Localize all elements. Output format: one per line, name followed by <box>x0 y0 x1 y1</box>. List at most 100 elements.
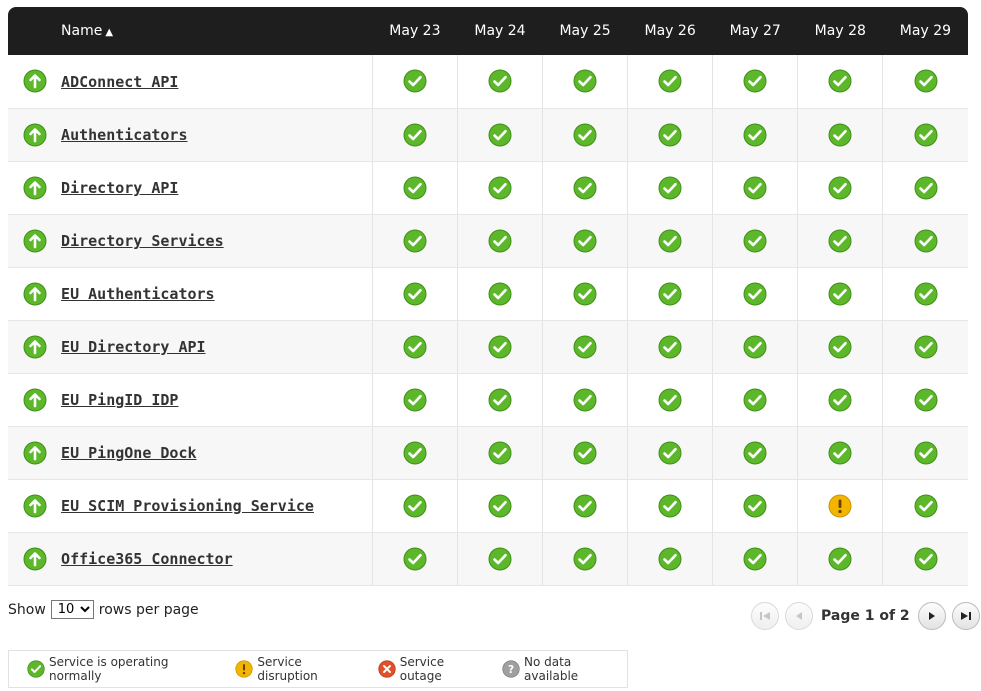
day-status-cell[interactable] <box>371 161 458 215</box>
check-circle-icon <box>27 660 45 678</box>
day-status-cell[interactable] <box>627 426 713 480</box>
day-status-cell[interactable] <box>371 479 458 533</box>
day-status-cell[interactable] <box>456 320 543 374</box>
day-status-cell[interactable] <box>542 214 628 268</box>
day-status-cell[interactable] <box>371 532 458 586</box>
row-status-cell <box>8 532 62 586</box>
day-status-cell[interactable] <box>797 373 883 427</box>
day-status-cell[interactable] <box>627 267 713 321</box>
day-status-cell[interactable] <box>882 479 968 533</box>
day-status-cell[interactable] <box>542 55 628 109</box>
day-status-cell[interactable] <box>712 373 798 427</box>
day-status-cell[interactable] <box>371 55 458 109</box>
first-page-button[interactable] <box>751 602 779 630</box>
day-status-cell[interactable] <box>627 479 713 533</box>
day-status-cell[interactable] <box>371 373 458 427</box>
day-status-cell[interactable] <box>371 267 458 321</box>
day-status-cell[interactable] <box>712 161 798 215</box>
day-status-cell[interactable] <box>797 108 883 162</box>
day-status-cell[interactable] <box>882 55 968 109</box>
day-status-cell[interactable] <box>882 426 968 480</box>
day-status-cell[interactable] <box>456 267 543 321</box>
day-status-cell[interactable] <box>542 426 628 480</box>
day-status-cell[interactable] <box>712 55 798 109</box>
day-status-cell[interactable] <box>712 532 798 586</box>
service-link[interactable]: EU Directory API <box>61 338 206 356</box>
day-status-cell[interactable] <box>456 161 543 215</box>
check-circle-icon <box>488 282 512 306</box>
day-status-cell[interactable] <box>797 55 883 109</box>
day-status-cell[interactable] <box>542 373 628 427</box>
day-status-cell[interactable] <box>456 373 543 427</box>
service-link[interactable]: EU SCIM Provisioning Service <box>61 497 314 515</box>
day-status-cell[interactable] <box>542 267 628 321</box>
name-column-header[interactable]: Name ▲ <box>61 7 373 55</box>
day-column-header: May 25 <box>542 7 628 55</box>
day-status-cell[interactable] <box>456 55 543 109</box>
table-row: Directory API <box>8 161 968 215</box>
day-status-cell[interactable] <box>882 214 968 268</box>
day-status-cell[interactable] <box>371 320 458 374</box>
day-status-cell[interactable] <box>542 479 628 533</box>
day-status-cell[interactable] <box>542 320 628 374</box>
day-status-cell[interactable] <box>797 532 883 586</box>
day-status-cell[interactable] <box>542 161 628 215</box>
day-status-cell[interactable] <box>797 320 883 374</box>
svg-text:?: ? <box>508 664 514 676</box>
day-status-cell[interactable] <box>797 426 883 480</box>
service-link[interactable]: EU PingID IDP <box>61 391 178 409</box>
day-status-cell[interactable] <box>456 108 543 162</box>
check-circle-icon <box>403 69 427 93</box>
service-link[interactable]: EU Authenticators <box>61 285 215 303</box>
day-status-cell[interactable] <box>627 161 713 215</box>
day-status-cell[interactable] <box>712 426 798 480</box>
day-status-cell[interactable] <box>882 373 968 427</box>
day-status-cell[interactable] <box>797 479 883 533</box>
previous-page-button[interactable] <box>785 602 813 630</box>
service-link[interactable]: Directory API <box>61 179 178 197</box>
day-status-cell[interactable] <box>797 161 883 215</box>
day-status-cell[interactable] <box>882 320 968 374</box>
next-page-button[interactable] <box>917 602 946 630</box>
check-circle-icon <box>914 547 938 571</box>
day-status-cell[interactable] <box>456 479 543 533</box>
day-status-cell[interactable] <box>627 320 713 374</box>
day-status-cell[interactable] <box>456 532 543 586</box>
day-status-cell[interactable] <box>882 267 968 321</box>
day-status-cell[interactable] <box>797 267 883 321</box>
service-link[interactable]: Office365 Connector <box>61 550 233 568</box>
day-status-cell[interactable] <box>542 532 628 586</box>
day-status-cell[interactable] <box>627 55 713 109</box>
service-link[interactable]: Authenticators <box>61 126 187 144</box>
day-status-cell[interactable] <box>882 532 968 586</box>
day-status-cell[interactable] <box>371 108 458 162</box>
day-status-cell[interactable] <box>882 108 968 162</box>
service-link[interactable]: EU PingOne Dock <box>61 444 196 462</box>
service-link[interactable]: ADConnect API <box>61 73 178 91</box>
status-table: Name ▲ May 23 May 24 May 25 May 26 May 27… <box>8 7 968 586</box>
day-status-cell[interactable] <box>712 214 798 268</box>
table-row: Directory Services <box>8 214 968 268</box>
check-circle-icon <box>488 441 512 465</box>
day-status-cell[interactable] <box>712 108 798 162</box>
day-status-cell[interactable] <box>456 426 543 480</box>
day-status-cell[interactable] <box>627 532 713 586</box>
day-status-cell[interactable] <box>627 373 713 427</box>
day-status-cell[interactable] <box>371 426 458 480</box>
rows-per-page-select[interactable]: 10 <box>50 600 94 619</box>
legend-label-disruption: Service disruption <box>257 655 318 683</box>
day-status-cell[interactable] <box>712 320 798 374</box>
day-status-cell[interactable] <box>371 214 458 268</box>
day-status-cell[interactable] <box>712 267 798 321</box>
last-page-button[interactable] <box>951 602 980 630</box>
day-status-cell[interactable] <box>456 214 543 268</box>
day-status-cell[interactable] <box>627 108 713 162</box>
service-link[interactable]: Directory Services <box>61 232 224 250</box>
check-circle-icon <box>403 441 427 465</box>
day-status-cell[interactable] <box>627 214 713 268</box>
day-status-cell[interactable] <box>712 479 798 533</box>
arrow-up-icon <box>23 547 47 571</box>
day-status-cell[interactable] <box>882 161 968 215</box>
day-status-cell[interactable] <box>542 108 628 162</box>
day-status-cell[interactable] <box>797 214 883 268</box>
